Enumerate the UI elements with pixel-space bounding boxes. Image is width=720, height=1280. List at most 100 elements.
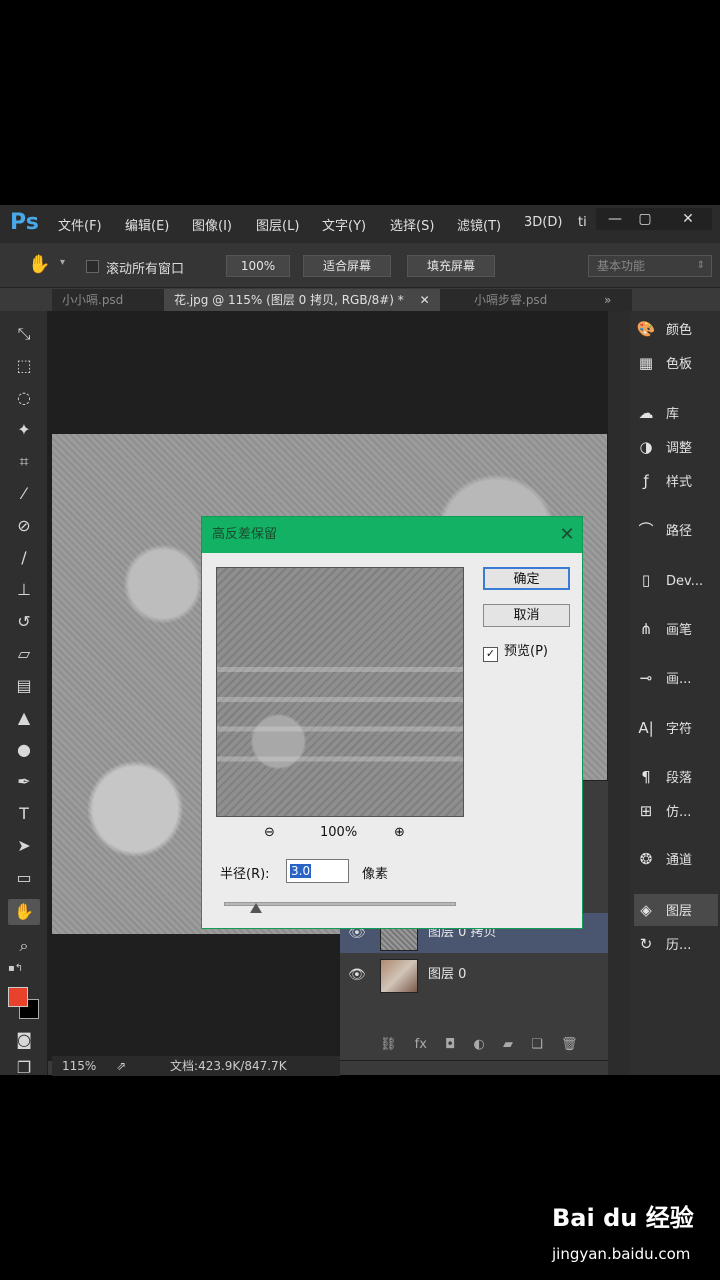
foreground-color-swatch[interactable] bbox=[8, 987, 28, 1007]
panel-clone-source[interactable]: ⊞ 仿... bbox=[634, 795, 718, 827]
screen-mode-icon[interactable]: ❐ bbox=[8, 1055, 40, 1081]
zoom-out-icon[interactable]: ⊖ bbox=[264, 825, 275, 840]
menu-bar: Ps 文件(F) 编辑(E) 图像(I) 图层(L) 文字(Y) 选择(S) 滤… bbox=[0, 205, 720, 243]
panel-character[interactable]: A| 字符 bbox=[634, 712, 718, 744]
zoom-100-button[interactable]: 100% bbox=[226, 255, 290, 277]
panel-swatches[interactable]: ▦ 色板 bbox=[634, 347, 718, 379]
trash-icon[interactable]: 🗑 bbox=[561, 1037, 578, 1052]
tab-close-icon[interactable]: ✕ bbox=[420, 293, 430, 307]
fit-screen-button[interactable]: 适合屏幕 bbox=[303, 255, 391, 277]
quick-mask-icon[interactable]: ◙ bbox=[8, 1027, 40, 1053]
zoom-in-icon[interactable]: ⊕ bbox=[394, 825, 405, 840]
zoom-readout[interactable]: 115% bbox=[62, 1059, 96, 1073]
radius-slider-thumb[interactable] bbox=[250, 903, 263, 913]
menu-edit[interactable]: 编辑(E) bbox=[125, 215, 169, 234]
layer-thumbnail bbox=[380, 959, 418, 993]
healing-brush-icon[interactable]: ⊘ bbox=[8, 513, 40, 539]
adjustment-layer-icon[interactable]: ◐ bbox=[474, 1037, 485, 1052]
history-brush-icon[interactable]: ↺ bbox=[8, 609, 40, 635]
status-bar: 115% ⇗ 文档:423.9K/847.7K bbox=[52, 1056, 340, 1076]
tab-xiaogebuzhou[interactable]: 小嗝步睿.psd bbox=[464, 289, 557, 311]
brush-presets-icon: ⊸ bbox=[639, 669, 653, 687]
maximize-button[interactable]: ▢ bbox=[626, 208, 664, 230]
fill-screen-button[interactable]: 填充屏幕 bbox=[407, 255, 495, 277]
ok-button[interactable]: 确定 bbox=[483, 567, 570, 590]
marquee-icon[interactable]: ⬚ bbox=[8, 353, 40, 379]
menu-image[interactable]: 图像(I) bbox=[192, 215, 232, 234]
tab-label: 花.jpg @ 115% (图层 0 拷贝, RGB/8#) * bbox=[174, 293, 404, 307]
default-colors-icon[interactable]: ▪↰ bbox=[8, 963, 23, 974]
menu-file[interactable]: 文件(F) bbox=[58, 215, 102, 234]
menu-select[interactable]: 选择(S) bbox=[390, 215, 434, 234]
crop-icon[interactable]: ⌗ bbox=[8, 449, 40, 475]
folder-icon[interactable]: ▰ bbox=[503, 1037, 513, 1052]
photoshop-window: Ps 文件(F) 编辑(E) 图像(I) 图层(L) 文字(Y) 选择(S) 滤… bbox=[0, 205, 720, 1077]
layers-footer: ⛓ fx ◘ ◐ ▰ ❏ 🗑 bbox=[380, 1037, 600, 1061]
tools-panel: ⤡ ⬚ ◌ ✦ ⌗ ⁄ ⊘ ∕ ⊥ ↺ ▱ ▤ ▲ ● ✒ T ➤ ▭ ✋ ⌕ … bbox=[0, 311, 48, 1077]
tabs-overflow-icon[interactable]: » bbox=[604, 289, 611, 311]
close-icon[interactable]: ✕ bbox=[552, 517, 582, 553]
hand-icon[interactable]: ✋ bbox=[8, 899, 40, 925]
radius-input[interactable]: 3.0 bbox=[286, 859, 349, 883]
adjustments-icon: ◑ bbox=[639, 438, 653, 456]
mask-icon[interactable]: ◘ bbox=[445, 1037, 455, 1052]
layer-row-base[interactable]: 👁 图层 0 bbox=[340, 955, 608, 995]
paths-icon: ⌒ bbox=[638, 521, 654, 539]
type-icon[interactable]: T bbox=[8, 801, 40, 827]
panel-color[interactable]: 🎨 颜色 bbox=[634, 313, 718, 345]
path-select-icon[interactable]: ➤ bbox=[8, 833, 40, 859]
zoom-icon[interactable]: ⌕ bbox=[8, 933, 40, 959]
panel-paths[interactable]: ⌒ 路径 bbox=[634, 514, 718, 546]
new-layer-icon[interactable]: ❏ bbox=[531, 1037, 543, 1052]
color-icon: 🎨 bbox=[636, 320, 656, 338]
scroll-all-checkbox[interactable] bbox=[86, 260, 99, 273]
menu-type[interactable]: 文字(Y) bbox=[322, 215, 366, 234]
chevron-down-icon[interactable]: ▾ bbox=[60, 257, 65, 268]
panel-paragraph[interactable]: ¶ 段落 bbox=[634, 761, 718, 793]
dodge-icon[interactable]: ● bbox=[8, 737, 40, 763]
visibility-eye-icon[interactable]: 👁 bbox=[348, 955, 366, 995]
panel-brush-presets[interactable]: ⊸ 画... bbox=[634, 662, 718, 694]
panel-channels[interactable]: ❂ 通道 bbox=[634, 843, 718, 875]
clone-source-icon: ⊞ bbox=[639, 802, 653, 820]
preview-checkbox[interactable]: ✓ 预览(P) bbox=[483, 640, 548, 662]
panel-history[interactable]: ↻ 历... bbox=[634, 928, 718, 960]
filter-preview[interactable] bbox=[216, 567, 464, 817]
tab-xiaoxiaoge[interactable]: 小小嗝.psd bbox=[52, 289, 133, 311]
magic-wand-icon[interactable]: ✦ bbox=[8, 417, 40, 443]
eraser-icon[interactable]: ▱ bbox=[8, 641, 40, 667]
dialog-title: 高反差保留 bbox=[202, 517, 582, 553]
hand-tool-icon[interactable]: ✋ bbox=[28, 254, 50, 275]
workspace-select[interactable]: 基本功能 ⇕ bbox=[588, 255, 712, 277]
lasso-icon[interactable]: ◌ bbox=[8, 385, 40, 411]
layers-icon: ◈ bbox=[640, 901, 652, 919]
panel-brush[interactable]: ⋔ 画笔 bbox=[634, 613, 718, 645]
menu-filter[interactable]: 滤镜(T) bbox=[457, 215, 501, 234]
brush-icon[interactable]: ∕ bbox=[8, 545, 40, 571]
panel-adjustments[interactable]: ◑ 调整 bbox=[634, 431, 718, 463]
panel-device-preview[interactable]: ▯ Dev... bbox=[634, 564, 718, 596]
sharpen-icon[interactable]: ▲ bbox=[8, 705, 40, 731]
export-icon[interactable]: ⇗ bbox=[116, 1059, 126, 1073]
fx-icon[interactable]: fx bbox=[415, 1037, 427, 1052]
cancel-button[interactable]: 取消 bbox=[483, 604, 570, 627]
move-icon[interactable]: ⤡ bbox=[8, 321, 40, 347]
link-icon[interactable]: ⛓ bbox=[380, 1037, 397, 1052]
gradient-icon[interactable]: ▤ bbox=[8, 673, 40, 699]
eyedropper-icon[interactable]: ⁄ bbox=[8, 481, 40, 507]
tab-hua-jpg[interactable]: 花.jpg @ 115% (图层 0 拷贝, RGB/8#) * ✕ bbox=[164, 289, 440, 311]
menu-more[interactable]: ti bbox=[578, 215, 587, 230]
close-button[interactable]: ✕ bbox=[664, 208, 712, 230]
check-icon[interactable]: ✓ bbox=[483, 647, 498, 662]
panel-styles[interactable]: ƒ 样式 bbox=[634, 465, 718, 497]
panel-libraries[interactable]: ☁ 库 bbox=[634, 397, 718, 429]
paragraph-icon: ¶ bbox=[641, 768, 651, 786]
radius-label: 半径(R): bbox=[220, 867, 270, 882]
pen-icon[interactable]: ✒ bbox=[8, 769, 40, 795]
shape-icon[interactable]: ▭ bbox=[8, 865, 40, 891]
menu-3d[interactable]: 3D(D) bbox=[524, 215, 562, 230]
scroll-all-label: 滚动所有窗口 bbox=[106, 262, 185, 277]
menu-layer[interactable]: 图层(L) bbox=[256, 215, 299, 234]
stamp-icon[interactable]: ⊥ bbox=[8, 577, 40, 603]
panel-layers[interactable]: ◈ 图层 bbox=[634, 894, 718, 926]
